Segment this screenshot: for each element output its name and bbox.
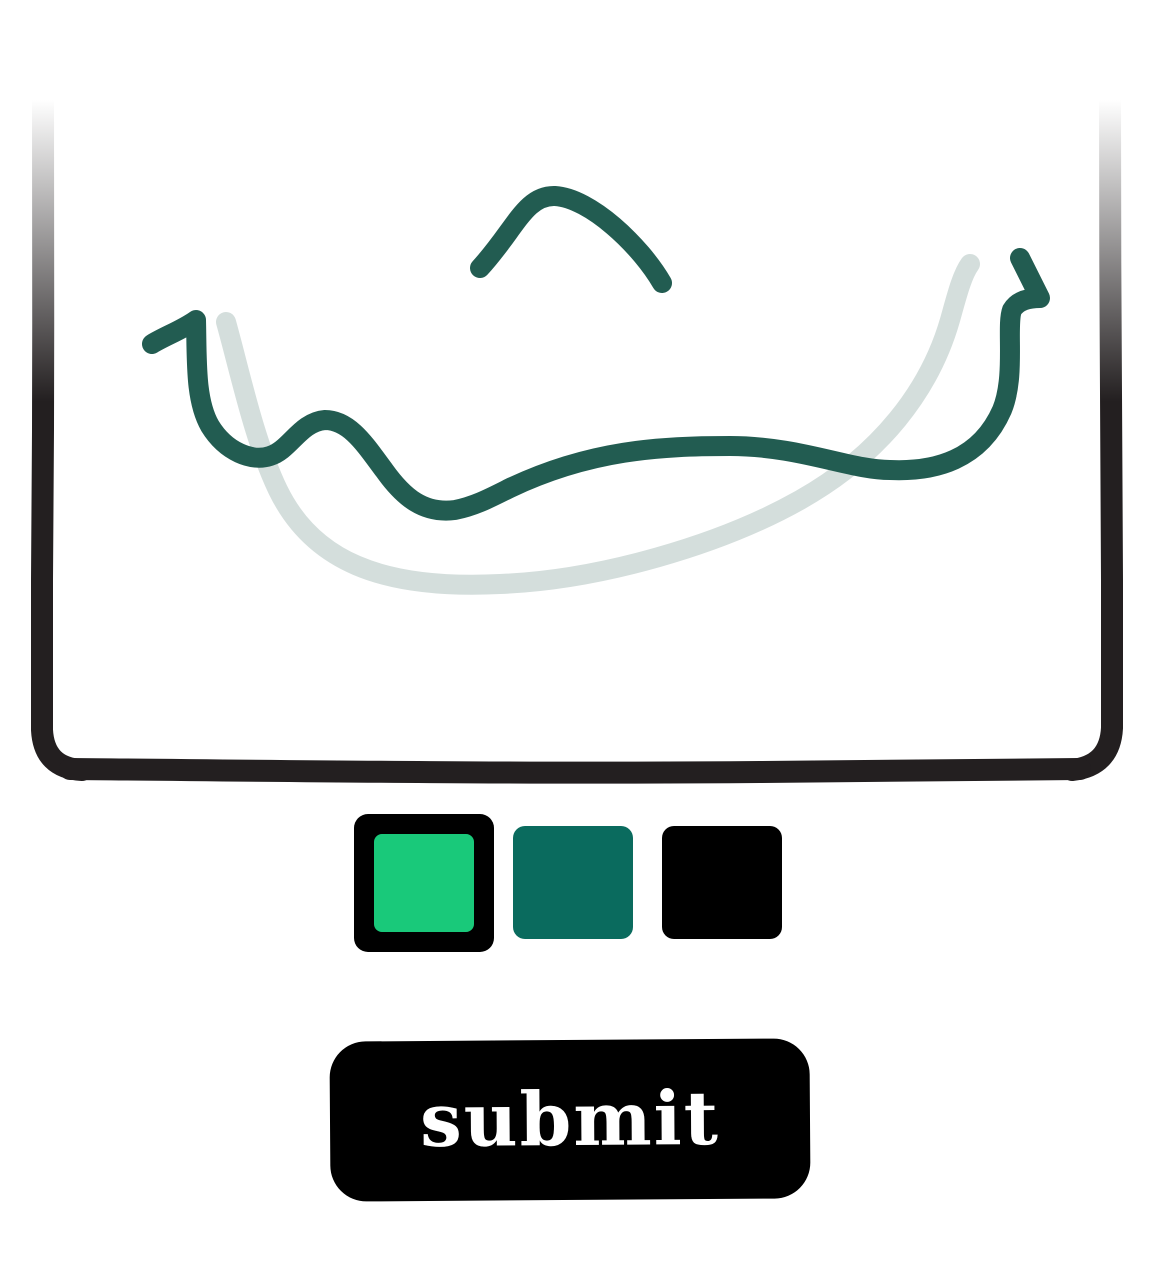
- drawing-surface[interactable]: [0, 0, 1150, 800]
- canvas-frame-left: [31, 89, 93, 781]
- color-swatch-green-fill: [374, 834, 474, 932]
- canvas-frame-bottom: [59, 758, 1091, 784]
- eyebrow-stroke: [470, 186, 672, 293]
- color-swatch-teal[interactable]: [513, 826, 633, 939]
- color-palette: [0, 810, 1150, 960]
- wave-stroke: [142, 248, 1050, 521]
- color-swatch-green[interactable]: [354, 814, 494, 952]
- drawing-canvas[interactable]: [0, 0, 1150, 800]
- canvas-frame-right: [1061, 89, 1123, 781]
- color-swatch-black[interactable]: [662, 826, 782, 939]
- submit-button[interactable]: submit: [329, 1038, 811, 1202]
